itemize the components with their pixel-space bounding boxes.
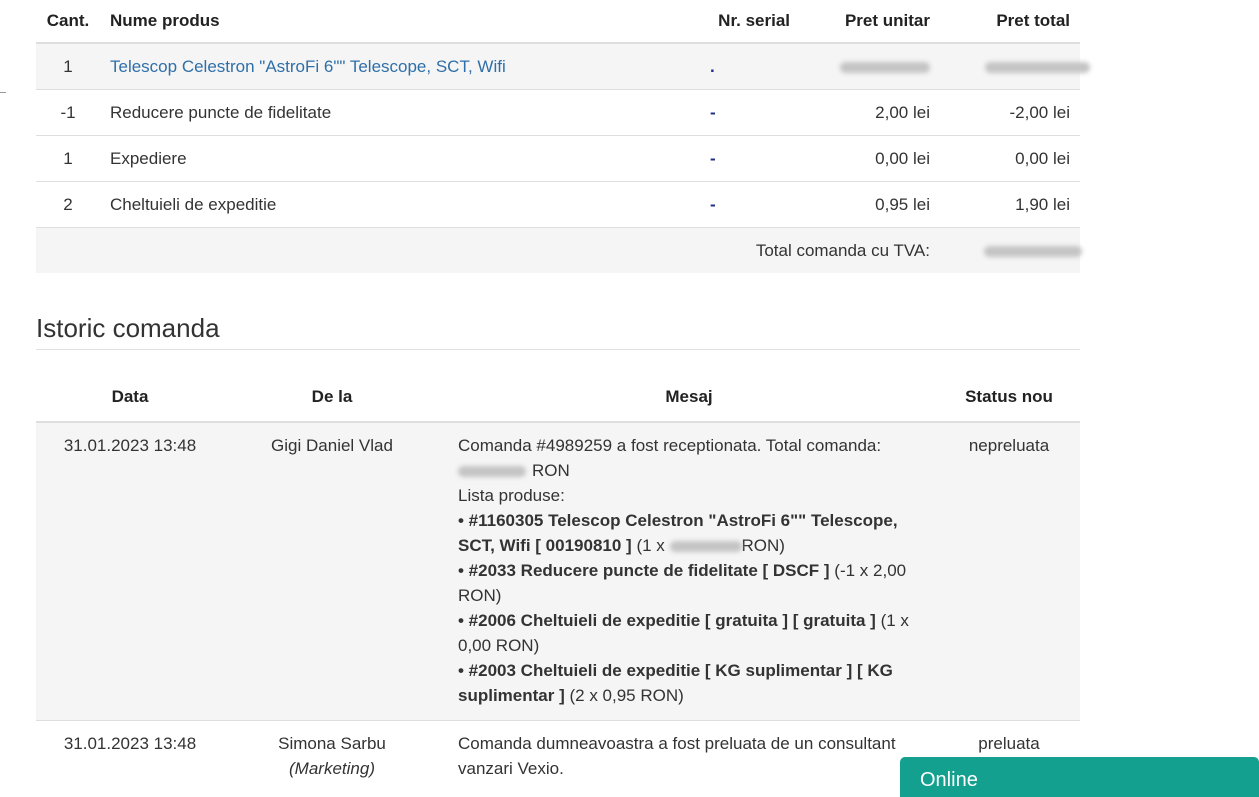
products-header-row: Cant. Nume produs Nr. serial Pret unitar…	[36, 0, 1080, 43]
serial-value: -	[710, 102, 716, 122]
product-row: 1 Expediere - 0,00 lei 0,00 lei	[36, 135, 1080, 182]
product-serial: -	[660, 181, 800, 228]
header-status: Status nou	[965, 387, 1053, 406]
history-row: 31.01.2023 13:48 Gigi Daniel Vlad Comand…	[36, 421, 1080, 721]
product-row: -1 Reducere puncte de fidelitate - 2,00 …	[36, 89, 1080, 136]
product-total-price: 0,00 lei	[940, 135, 1080, 182]
history-header-row: Data De la Mesaj Status nou	[36, 373, 1080, 422]
product-unit-price-redacted	[800, 42, 940, 90]
order-total-label: Total comanda cu TVA:	[36, 227, 940, 273]
header-unit-price: Pret unitar	[844, 11, 930, 30]
product-qty: 1	[36, 135, 100, 182]
history-from-role: (Marketing)	[289, 759, 375, 778]
edge-mark	[0, 92, 6, 93]
header-total-price: Pret total	[996, 11, 1070, 30]
redacted-price	[669, 541, 742, 553]
history-from-cell: Simona Sarbu (Marketing)	[224, 720, 440, 793]
message-total-suffix: RON	[532, 461, 570, 480]
product-serial: -	[660, 135, 800, 182]
product-serial: .	[660, 42, 800, 90]
history-status: nepreluata	[938, 421, 1080, 721]
redacted-price	[984, 245, 1082, 257]
section-divider	[36, 349, 1080, 350]
history-message: Comanda #4989259 a fost receptionata. To…	[440, 421, 938, 721]
serial-value: .	[710, 56, 715, 76]
redacted-total	[458, 466, 526, 478]
product-total-price: 1,90 lei	[940, 181, 1080, 228]
history-date: 31.01.2023 13:48	[36, 421, 224, 721]
message-list-item: • #2006 Cheltuieli de expeditie [ gratui…	[458, 611, 909, 655]
header-product-name: Nume produs	[110, 11, 220, 30]
product-unit-price: 0,00 lei	[800, 135, 940, 182]
order-total-value-redacted	[940, 227, 1082, 273]
product-qty: 1	[36, 42, 100, 90]
product-name: Expediere	[100, 135, 660, 182]
message-list-label: Lista produse:	[458, 486, 565, 505]
header-serial: Nr. serial	[718, 11, 790, 30]
product-name-cell: Telescop Celestron "AstroFi 6"" Telescop…	[100, 42, 660, 90]
history-from: Gigi Daniel Vlad	[224, 421, 440, 721]
product-qty: -1	[36, 89, 100, 136]
order-history-title: Istoric comanda	[36, 313, 220, 343]
product-unit-price: 2,00 lei	[800, 89, 940, 136]
redacted-price	[840, 61, 930, 73]
header-date: Data	[111, 387, 149, 406]
product-row: 1 Telescop Celestron "AstroFi 6"" Telesc…	[36, 42, 1090, 90]
chat-label: Online	[920, 769, 978, 791]
product-name: Cheltuieli de expeditie	[100, 181, 660, 228]
product-serial: -	[660, 89, 800, 136]
serial-value: -	[710, 194, 716, 214]
product-qty: 2	[36, 181, 100, 228]
header-message: Mesaj	[665, 387, 713, 406]
product-unit-price: 0,95 lei	[800, 181, 940, 228]
history-from: Simona Sarbu	[278, 734, 386, 753]
order-history-table: Data De la Mesaj Status nou 31.01.2023 1…	[36, 373, 1080, 793]
message-list-item: • #2003 Cheltuieli de expeditie [ KG sup…	[458, 661, 893, 705]
message-intro: Comanda #4989259 a fost receptionata. To…	[458, 436, 882, 480]
product-row: 2 Cheltuieli de expeditie - 0,95 lei 1,9…	[36, 181, 1080, 228]
message-list-item: • #2033 Reducere puncte de fidelitate [ …	[458, 561, 907, 605]
history-message: Comanda dumneavoastra a fost preluata de…	[440, 720, 938, 793]
header-from: De la	[311, 387, 353, 406]
online-chat-tab[interactable]: Online	[900, 757, 1259, 797]
product-total-price-redacted	[940, 42, 1090, 90]
order-products-table: Cant. Nume produs Nr. serial Pret unitar…	[36, 0, 1090, 273]
history-date: 31.01.2023 13:48	[36, 720, 224, 793]
product-total-price: -2,00 lei	[940, 89, 1080, 136]
message-list-item: • #1160305 Telescop Celestron "AstroFi 6…	[458, 511, 898, 555]
order-total-row: Total comanda cu TVA:	[36, 227, 1082, 273]
header-qty: Cant.	[46, 11, 90, 30]
product-name: Reducere puncte de fidelitate	[100, 89, 660, 136]
product-link[interactable]: Telescop Celestron "AstroFi 6"" Telescop…	[110, 57, 506, 76]
redacted-price	[985, 61, 1090, 73]
serial-value: -	[710, 148, 716, 168]
